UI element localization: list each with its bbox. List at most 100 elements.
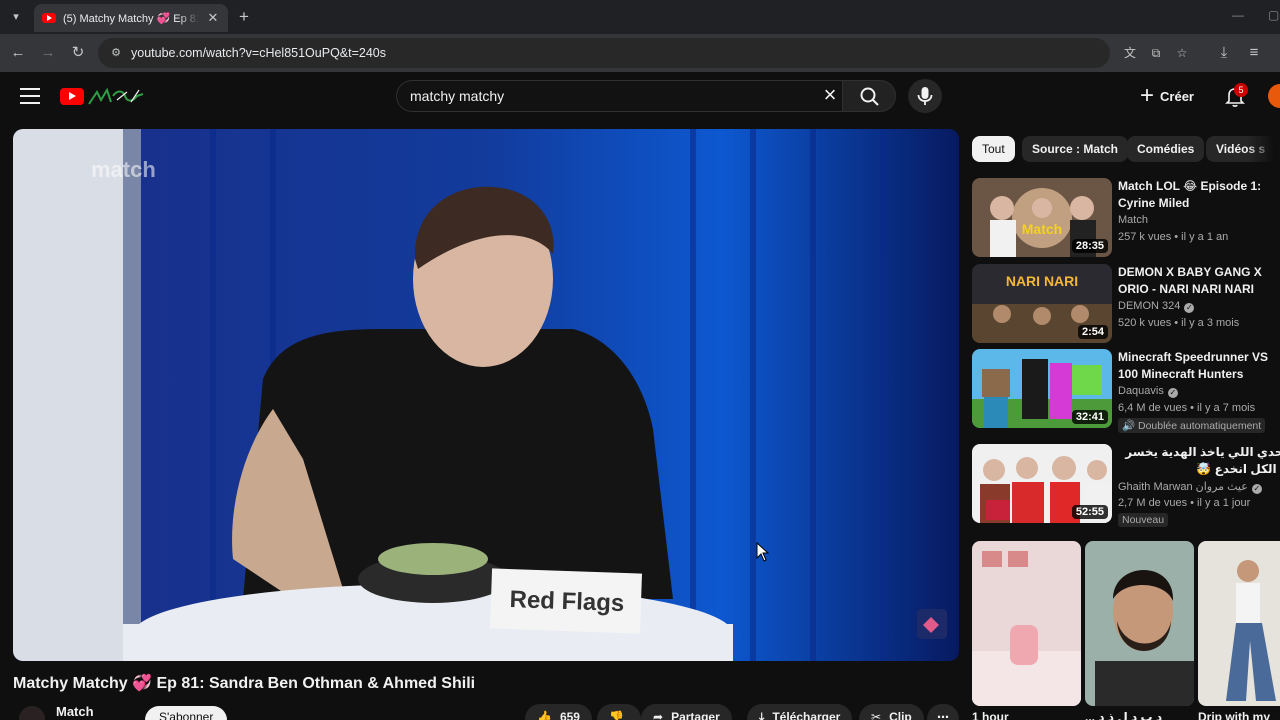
video-title[interactable]: Match LOL 😂 Episode 1: Cyrine Miled bbox=[1118, 178, 1280, 212]
short-title[interactable]: 1 hour bbox=[972, 710, 1009, 720]
plus-icon: + bbox=[1140, 82, 1155, 109]
like-count: 659 bbox=[559, 710, 580, 720]
youtube-logo[interactable] bbox=[60, 86, 150, 108]
bookmark-star-icon[interactable]: ☆ bbox=[1174, 45, 1190, 61]
video-duration: 28:35 bbox=[1071, 239, 1108, 253]
verified-icon: ✓ bbox=[1184, 303, 1195, 313]
video-stats: 257 k vues • il y a 1 an bbox=[1118, 231, 1229, 243]
chip-all[interactable]: Tout bbox=[972, 136, 1015, 162]
create-label: Créer bbox=[1160, 88, 1194, 104]
channel-avatar[interactable] bbox=[19, 706, 45, 720]
verified-icon: ✓ bbox=[1167, 388, 1178, 398]
video-thumbnail[interactable]: 32:41 bbox=[972, 349, 1112, 428]
channel-watermark: match bbox=[91, 157, 156, 182]
mouse-cursor-icon bbox=[756, 542, 770, 562]
voice-search-button[interactable] bbox=[908, 79, 942, 113]
downloads-icon[interactable]: ⤓ bbox=[1214, 43, 1234, 63]
dubbing-icon: 🔊 bbox=[1122, 420, 1136, 432]
reading-list-icon[interactable]: ≡ bbox=[1244, 43, 1264, 63]
subscribe-button[interactable]: S'abonner bbox=[145, 706, 228, 720]
tab-search-chevron-icon[interactable]: ▾ bbox=[6, 7, 26, 27]
short-thumbnail[interactable] bbox=[972, 541, 1081, 706]
video-title[interactable]: تحدي اللي ياخذ الهدية يخسر !! الكل انخدع… bbox=[1118, 444, 1280, 478]
short-thumbnail[interactable] bbox=[1198, 541, 1280, 706]
search-button[interactable] bbox=[842, 80, 896, 112]
guide-menu-icon[interactable] bbox=[20, 88, 40, 104]
channel-name[interactable]: Match bbox=[1118, 214, 1148, 226]
recommendation-item[interactable]: 32:41 Minecraft Speedrunner VS 100 Minec… bbox=[972, 349, 1280, 433]
chip-source-match[interactable]: Source : Match bbox=[1022, 136, 1129, 162]
verified-icon: ✓ bbox=[1251, 484, 1262, 494]
youtube-masthead: matchy matchy × + Créer 5 bbox=[0, 72, 1280, 120]
download-label: Télécharger bbox=[772, 710, 841, 720]
tab-title: (5) Matchy Matchy 💞 Ep 81: Sandra Ben Ot… bbox=[63, 12, 199, 25]
scissors-icon: ✂ bbox=[871, 710, 882, 720]
video-duration: 32:41 bbox=[1071, 410, 1108, 424]
video-thumbnail[interactable]: Match 28:35 bbox=[972, 178, 1112, 257]
video-duration: 2:54 bbox=[1077, 325, 1108, 339]
channel-name[interactable]: DEMON 324 ✓ bbox=[1118, 300, 1195, 313]
download-button[interactable]: ⤓ Télécharger bbox=[747, 704, 853, 720]
search-field[interactable]: matchy matchy × bbox=[396, 80, 846, 112]
doodle-logo-icon bbox=[88, 87, 144, 105]
video-player[interactable]: Red Flags match bbox=[13, 129, 959, 661]
more-actions-button[interactable]: ⋯ bbox=[927, 704, 959, 720]
channel-name[interactable]: Daquavis ✓ bbox=[1118, 385, 1178, 398]
video-stats: 2,7 M de vues • il y a 1 jour bbox=[1118, 497, 1251, 509]
video-title[interactable]: DEMON X BABY GANG X ORIO - NARI NARI NAR… bbox=[1118, 264, 1280, 298]
back-icon[interactable]: ← bbox=[8, 43, 28, 63]
browser-tabstrip: ▾ (5) Matchy Matchy 💞 Ep 81: Sandra Ben … bbox=[0, 0, 1280, 34]
account-avatar[interactable] bbox=[1268, 84, 1280, 108]
video-title: Matchy Matchy 💞 Ep 81: Sandra Ben Othman… bbox=[13, 675, 476, 692]
svg-text:Match: Match bbox=[1022, 221, 1062, 237]
auto-dubbed-badge: 🔊 Doublée automatiquement bbox=[1118, 418, 1266, 433]
video-title[interactable]: Minecraft Speedrunner VS 100 Minecraft H… bbox=[1118, 349, 1280, 383]
thumbs-down-icon: 👎 bbox=[609, 710, 624, 720]
browser-tab-active[interactable]: (5) Matchy Matchy 💞 Ep 81: Sandra Ben Ot… bbox=[34, 4, 228, 32]
share-label: Partager bbox=[671, 710, 720, 720]
video-thumbnail[interactable]: 52:55 bbox=[972, 444, 1112, 523]
like-button[interactable]: 👍 659 bbox=[525, 704, 592, 720]
chip-videos[interactable]: Vidéos s bbox=[1206, 136, 1276, 162]
shorts-shelf bbox=[972, 541, 1280, 706]
download-icon: ⤓ bbox=[759, 710, 765, 720]
short-thumbnail[interactable] bbox=[1085, 541, 1194, 706]
search-icon bbox=[860, 87, 879, 106]
notification-count-badge: 5 bbox=[1234, 83, 1248, 97]
recommendation-item[interactable]: 52:55 تحدي اللي ياخذ الهدية يخسر !! الكل… bbox=[972, 444, 1280, 527]
red-flags-sign: Red Flags bbox=[509, 586, 625, 617]
dislike-button[interactable]: 👎 bbox=[597, 704, 641, 720]
recommendation-item[interactable]: Match 28:35 Match LOL 😂 Episode 1: Cyrin… bbox=[972, 178, 1280, 258]
new-tab-icon[interactable]: + bbox=[234, 7, 254, 27]
tab-close-icon[interactable]: ✕ bbox=[206, 10, 220, 26]
site-info-icon[interactable]: ⚙ bbox=[108, 45, 124, 61]
browser-toolbar: ← → ↻ ⚙ youtube.com/watch?v=cHel851OuPQ&… bbox=[0, 34, 1280, 72]
video-thumbnail[interactable]: NARI NARI 2:54 bbox=[972, 264, 1112, 343]
create-button[interactable]: + Créer bbox=[1140, 84, 1194, 108]
microphone-icon bbox=[917, 87, 933, 105]
svg-text:NARI NARI: NARI NARI bbox=[1006, 273, 1078, 289]
recommendation-item[interactable]: NARI NARI 2:54 DEMON X BABY GANG X ORIO … bbox=[972, 264, 1280, 344]
reload-icon[interactable]: ↻ bbox=[68, 43, 88, 63]
video-owner-row: Match S'abonner 👍 659 👎 ➦ Partager ⤓ Tél… bbox=[13, 700, 959, 720]
youtube-favicon-icon bbox=[42, 13, 56, 23]
chip-comedies[interactable]: Comédies bbox=[1127, 136, 1205, 162]
video-frame: Red Flags match bbox=[13, 129, 959, 661]
clip-button[interactable]: ✂ Clip bbox=[859, 704, 924, 720]
channel-name[interactable]: Match bbox=[56, 704, 94, 719]
short-title[interactable]: د ب د ل ذ د ... bbox=[1085, 710, 1162, 720]
minimize-icon[interactable]: — bbox=[1232, 8, 1244, 22]
share-button[interactable]: ➦ Partager bbox=[641, 704, 732, 720]
maximize-icon[interactable]: ▢ bbox=[1268, 8, 1279, 22]
address-bar[interactable]: ⚙ youtube.com/watch?v=cHel851OuPQ&t=240s… bbox=[98, 38, 1187, 68]
short-title[interactable]: Drip with my bbox=[1198, 710, 1270, 720]
translate-icon[interactable]: 文 bbox=[1122, 45, 1138, 61]
search-input[interactable]: matchy matchy bbox=[410, 88, 814, 104]
cast-icon[interactable]: ⧉ bbox=[1148, 45, 1164, 61]
url-text[interactable]: youtube.com/watch?v=cHel851OuPQ&t=240s bbox=[131, 46, 386, 60]
youtube-play-logo-icon bbox=[60, 88, 84, 105]
video-stats: 520 k vues • il y a 3 mois bbox=[1118, 317, 1240, 329]
channel-name[interactable]: Ghaith Marwan عيث مروان ✓ bbox=[1118, 480, 1262, 494]
forward-icon[interactable]: → bbox=[38, 43, 58, 63]
video-stats: 6,4 M de vues • il y a 7 mois bbox=[1118, 402, 1256, 414]
